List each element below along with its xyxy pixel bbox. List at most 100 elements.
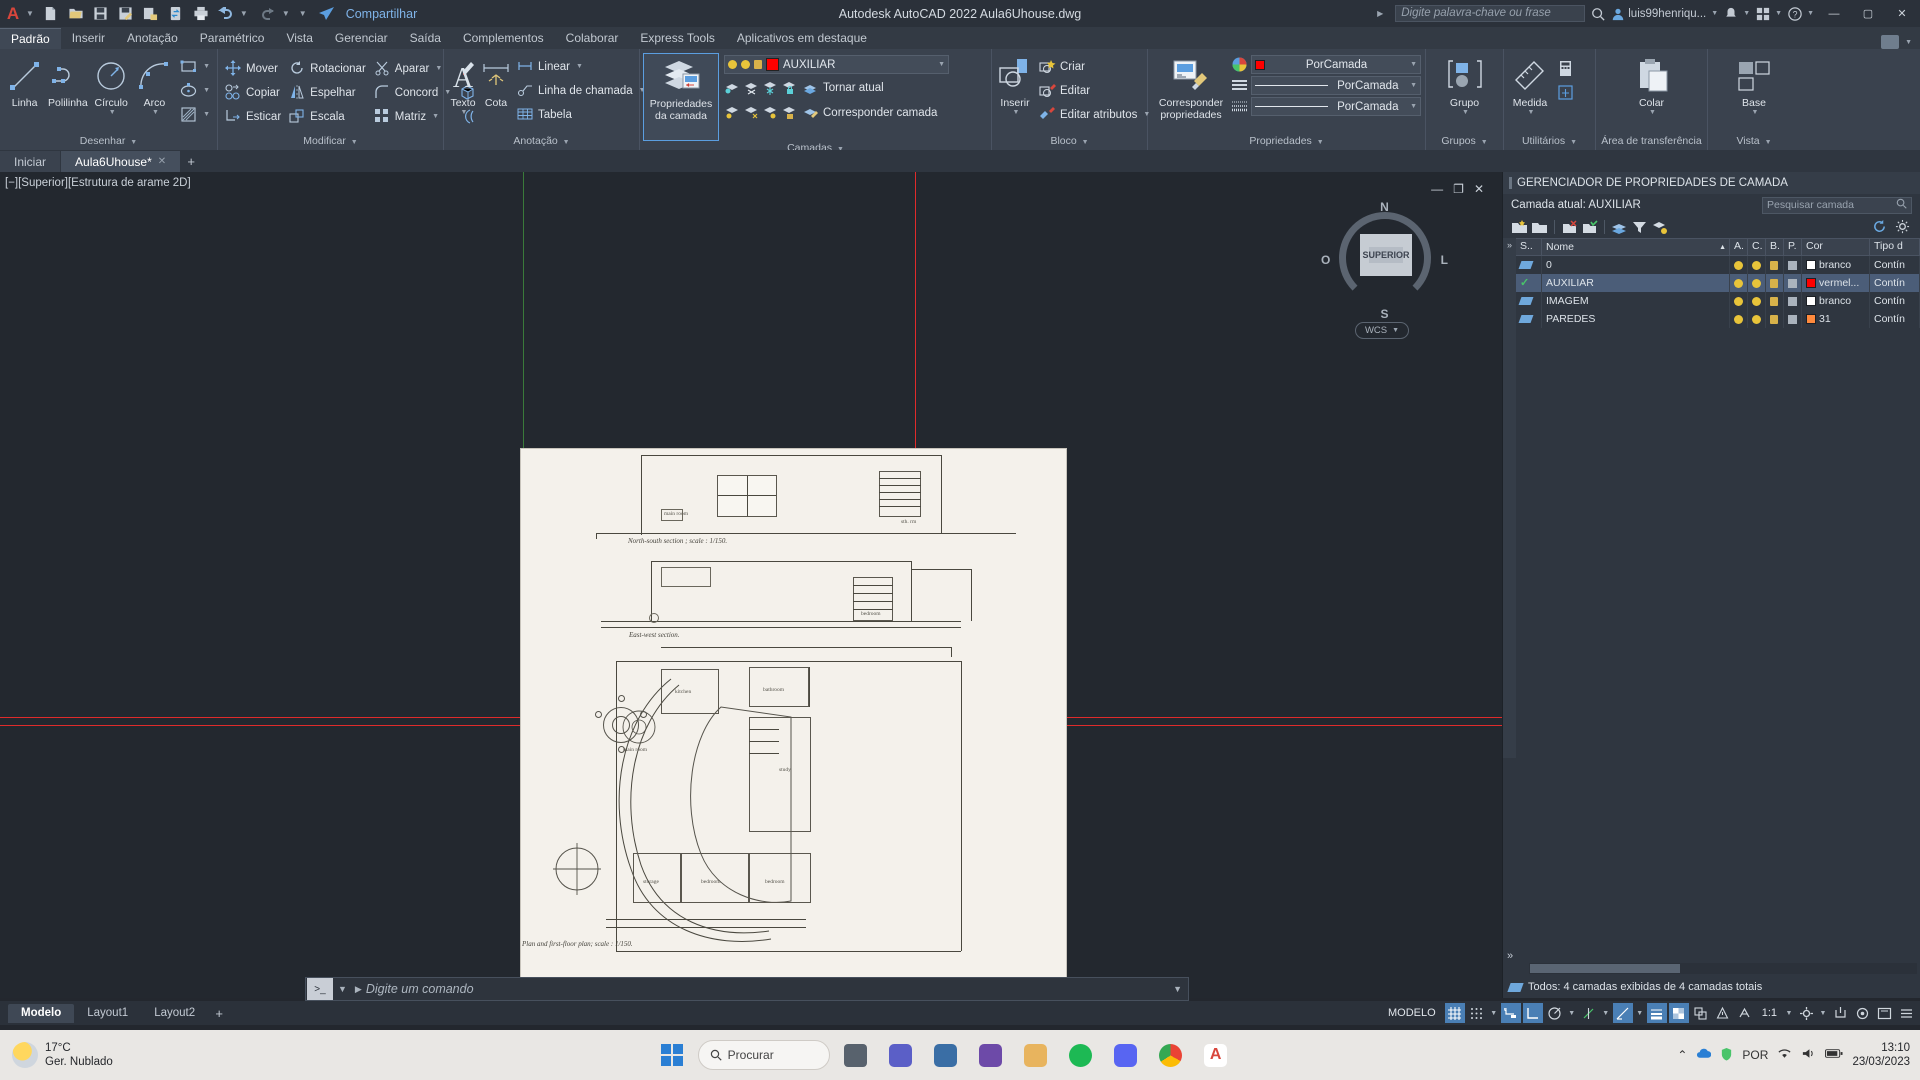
viewport-minimize-icon[interactable]: — (1431, 182, 1443, 196)
taskbar-app-explorer[interactable] (1017, 1036, 1055, 1074)
col-linetype[interactable]: Tipo d (1870, 238, 1920, 256)
command-input[interactable]: Digite um comando (366, 982, 1173, 996)
ribbon-tab-anotacao[interactable]: Anotação (116, 28, 189, 49)
layer-unlock-icon[interactable] (754, 60, 762, 69)
weather-widget[interactable]: 17°C Ger. Nublado (0, 1041, 210, 1069)
tool-espelhar[interactable]: Espelhar (285, 81, 370, 104)
layer-lock-icon[interactable] (781, 79, 798, 96)
undo-caret-icon[interactable]: ▼ (240, 9, 248, 18)
layer-on-icon[interactable] (1734, 314, 1743, 324)
layer-turn-all-on-icon[interactable] (724, 104, 741, 121)
tool-linha[interactable]: Linha (3, 53, 46, 109)
search-icon[interactable] (1591, 7, 1605, 21)
selection-cycling-toggle[interactable] (1691, 1003, 1711, 1023)
layer-filter-icon[interactable] (1631, 219, 1648, 236)
console-icon[interactable]: >_ (307, 978, 333, 1000)
tool-copiar[interactable]: Copiar (221, 81, 285, 104)
layer-on-icon[interactable] (1734, 296, 1743, 306)
tool-colar[interactable]: Colar ▼ (1629, 53, 1675, 116)
battery-icon[interactable] (1825, 1048, 1843, 1062)
colar-caret-icon[interactable]: ▼ (1649, 109, 1656, 116)
tool-mover[interactable]: Mover (221, 57, 285, 80)
ribbon-tab-padrao[interactable]: Padrão (0, 28, 61, 49)
lineweight-toggle[interactable] (1646, 1003, 1667, 1023)
panel-expand-icon[interactable]: ▼ (1570, 139, 1577, 146)
lpm-filter-expand-icon[interactable]: » (1503, 238, 1516, 758)
medida-caret-icon[interactable]: ▼ (1528, 109, 1535, 116)
table-row[interactable]: PAREDES 31 Contín (1516, 310, 1920, 328)
viewport-restore-icon[interactable]: ❐ (1453, 182, 1464, 196)
volume-icon[interactable] (1801, 1047, 1816, 1063)
object-snap-toggle[interactable] (1612, 1003, 1633, 1023)
window-close-button[interactable]: ✕ (1888, 0, 1916, 27)
layer-linetype[interactable]: Contín (1870, 310, 1920, 328)
layer-lock-icon[interactable] (1770, 296, 1778, 306)
object-color-combo[interactable]: PorCamada ▼ (1251, 55, 1421, 74)
drawing-canvas[interactable]: [−][Superior][Estrutura de arame 2D] — ❐… (0, 172, 1502, 998)
layer-name[interactable]: AUXILIAR (1542, 274, 1730, 292)
redo-icon[interactable] (257, 3, 279, 25)
tool-linha-de-chamada[interactable]: Linha de chamada ▼ (513, 79, 650, 102)
object-snap-tracking-toggle[interactable] (1579, 1003, 1599, 1023)
view-cube-south-label[interactable]: S (1380, 307, 1388, 321)
tool-circulo[interactable]: Círculo ▼ (90, 53, 133, 116)
app-menu-caret-icon[interactable]: ▼ (26, 9, 34, 18)
lpm-search-icon[interactable] (1896, 198, 1907, 212)
color-caret-icon[interactable]: ▼ (1410, 61, 1417, 68)
save-icon[interactable] (90, 3, 112, 25)
save-as-icon[interactable] (115, 3, 137, 25)
tool-linear[interactable]: Linear ▼ (513, 55, 650, 78)
layer-color-swatch[interactable] (1806, 260, 1816, 270)
lpm-scroll-thumb[interactable] (1530, 964, 1680, 973)
workspace-switch-icon[interactable] (1796, 1003, 1816, 1023)
col-status[interactable]: S.. (1516, 238, 1542, 256)
table-row[interactable]: ✓ AUXILIAR vermel... Contín (1516, 274, 1920, 292)
security-shield-icon[interactable] (1720, 1047, 1733, 1064)
elipse-caret-icon[interactable]: ▼ (203, 87, 210, 94)
polar-tracking-toggle[interactable] (1545, 1003, 1565, 1023)
help-caret-icon[interactable]: ▼ (1807, 10, 1814, 17)
col-lock[interactable]: B. (1766, 238, 1784, 256)
share-plane-icon[interactable] (316, 3, 338, 25)
lpm-collapse-filters-icon[interactable]: » (1507, 950, 1513, 962)
open-file-icon[interactable] (65, 3, 87, 25)
tool-texto[interactable]: A Texto ▼ (447, 53, 479, 116)
ribbon-tab-saida[interactable]: Saída (399, 28, 452, 49)
tool-editar-atributos[interactable]: Editar atributos ▼ (1035, 103, 1154, 126)
infer-constraints-toggle[interactable] (1500, 1003, 1521, 1023)
object-lineweight-combo[interactable]: PorCamada ▼ (1251, 97, 1421, 116)
taskbar-app-teams[interactable] (882, 1036, 920, 1074)
tool-aparar[interactable]: Aparar ▼ (370, 57, 455, 80)
start-button[interactable] (653, 1036, 691, 1074)
tool-editar-bloco[interactable]: Editar (1035, 79, 1154, 102)
base-caret-icon[interactable]: ▼ (1752, 109, 1759, 116)
ribbon-tab-express-tools[interactable]: Express Tools (629, 28, 725, 49)
window-maximize-button[interactable]: ▢ (1854, 0, 1882, 27)
annotation-scale-icon[interactable] (1735, 1003, 1755, 1023)
delete-layer-icon[interactable] (1561, 219, 1578, 236)
notifications-icon[interactable]: ▼ (1724, 7, 1750, 21)
layer-selector-combo[interactable]: AUXILIAR ▼ (724, 55, 949, 74)
tool-elipse[interactable]: ▼ (176, 79, 214, 102)
col-plot[interactable]: P. (1784, 238, 1802, 256)
ribbon-minimize-caret-icon[interactable]: ▼ (1905, 39, 1912, 46)
linear-caret-icon[interactable]: ▼ (576, 63, 583, 70)
snap-toggle[interactable] (1467, 1003, 1487, 1023)
col-name[interactable]: Nome ▲ (1542, 238, 1730, 256)
new-file-icon[interactable] (40, 3, 62, 25)
ribbon-tab-colaborar[interactable]: Colaborar (555, 28, 630, 49)
doc-tab-iniciar[interactable]: Iniciar (0, 151, 61, 172)
arco-caret-icon[interactable]: ▼ (152, 109, 159, 116)
wifi-icon[interactable] (1777, 1048, 1792, 1063)
hachura-caret-icon[interactable]: ▼ (203, 111, 210, 118)
help-search-input[interactable]: Digite palavra-chave ou frase (1395, 5, 1586, 22)
polar-caret-icon[interactable]: ▼ (1567, 1010, 1577, 1017)
layer-on-icon[interactable] (1734, 278, 1743, 288)
autocad-logo-icon[interactable]: A (0, 0, 26, 27)
task-view-button[interactable] (837, 1036, 875, 1074)
tool-grupo[interactable]: Grupo ▼ (1442, 53, 1488, 116)
layer-color-swatch[interactable] (1806, 278, 1816, 288)
scale-caret-icon[interactable]: ▼ (1784, 1010, 1794, 1017)
tool-utilities-extra[interactable] (1553, 81, 1578, 104)
new-layer-icon[interactable] (1511, 219, 1528, 236)
